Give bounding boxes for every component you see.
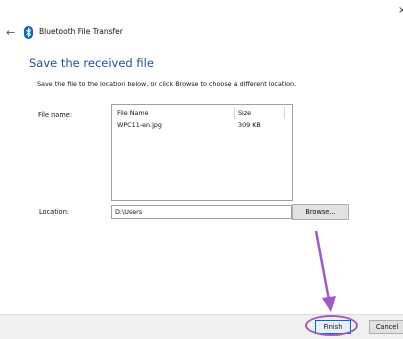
annotation-highlight-ring xyxy=(305,315,358,336)
back-arrow-icon[interactable]: ← xyxy=(6,26,15,39)
file-size-cell: 309 KB xyxy=(238,121,261,129)
location-input[interactable]: D:\Users xyxy=(111,205,292,219)
column-header-file-name[interactable]: File Name xyxy=(117,109,149,117)
file-name-label: File name: xyxy=(38,111,73,119)
page-title: Save the received file xyxy=(29,56,154,70)
instructions-text: Save the file to the location below, or … xyxy=(37,80,297,88)
close-icon[interactable]: × xyxy=(398,6,403,16)
column-header-size[interactable]: Size xyxy=(238,109,251,117)
column-divider[interactable] xyxy=(284,107,285,119)
window-title: Bluetooth File Transfer xyxy=(39,27,123,36)
file-name-cell[interactable]: WPC11-en.jpg xyxy=(117,121,162,129)
location-label: Location: xyxy=(39,208,70,216)
cancel-button[interactable]: Cancel xyxy=(369,320,403,334)
column-divider[interactable] xyxy=(234,107,235,119)
browse-button[interactable]: Browse... xyxy=(292,204,349,220)
bluetooth-icon xyxy=(24,26,33,39)
file-list[interactable]: File Name Size WPC11-en.jpg 309 KB xyxy=(111,104,293,201)
